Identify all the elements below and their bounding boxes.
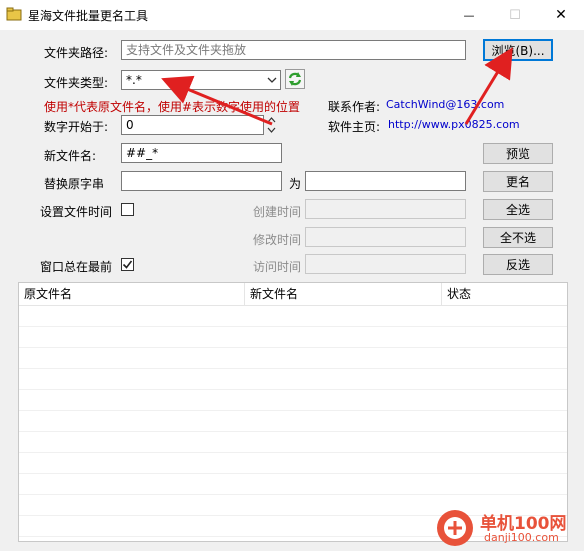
folder-type-value: *.* bbox=[126, 73, 142, 87]
table-row bbox=[19, 305, 567, 327]
window-title: 星海文件批量更名工具 bbox=[28, 9, 149, 23]
browse-button[interactable]: 浏览(B)... bbox=[483, 39, 553, 61]
watermark-url: danji100.com bbox=[484, 531, 559, 544]
watermark-logo-icon bbox=[435, 508, 475, 548]
access-time-input bbox=[305, 254, 466, 274]
refresh-icon[interactable] bbox=[285, 69, 305, 89]
rename-button[interactable]: 更名 bbox=[483, 171, 553, 192]
table-row bbox=[19, 431, 567, 453]
folder-path-label: 文件夹路径: bbox=[44, 46, 109, 60]
new-name-input[interactable]: ##_* bbox=[121, 143, 282, 163]
arrow-to-browse bbox=[464, 47, 513, 125]
number-start-label: 数字开始于: bbox=[44, 120, 109, 134]
replace-from-input[interactable] bbox=[121, 171, 282, 191]
set-time-label: 设置文件时间 bbox=[40, 205, 113, 219]
table-row bbox=[19, 410, 567, 432]
always-on-top-label: 窗口总在最前 bbox=[40, 260, 113, 274]
folder-type-select[interactable]: *.* bbox=[121, 70, 281, 90]
folder-type-label: 文件夹类型: bbox=[44, 76, 109, 90]
modify-time-label: 修改时间 bbox=[253, 233, 302, 247]
title-bar: 星海文件批量更名工具 — ☐ ✕ bbox=[0, 0, 584, 30]
table-row bbox=[19, 347, 567, 369]
folder-path-input[interactable]: 支持文件及文件夹拖放 bbox=[121, 40, 466, 60]
replace-label: 替换原字串 bbox=[44, 177, 105, 191]
create-time-input bbox=[305, 199, 466, 219]
new-name-label: 新文件名: bbox=[44, 149, 97, 163]
always-on-top-checkbox[interactable] bbox=[121, 258, 134, 271]
maximize-button[interactable]: ☐ bbox=[492, 0, 538, 30]
table-row bbox=[19, 326, 567, 348]
hint-text: 使用*代表原文件名，使用#表示数字使用的位置 bbox=[44, 100, 301, 114]
minimize-icon: — bbox=[463, 8, 475, 22]
table-row bbox=[19, 368, 567, 390]
preview-button[interactable]: 预览 bbox=[483, 143, 553, 164]
column-header-original-name[interactable]: 原文件名 bbox=[19, 283, 245, 305]
check-icon bbox=[122, 260, 133, 269]
create-time-label: 创建时间 bbox=[253, 205, 302, 219]
author-email-link[interactable]: CatchWind@163.com bbox=[386, 98, 504, 111]
set-time-checkbox[interactable] bbox=[121, 203, 134, 216]
select-all-button[interactable]: 全选 bbox=[483, 199, 553, 220]
column-header-new-name[interactable]: 新文件名 bbox=[245, 283, 442, 305]
replace-to-input[interactable] bbox=[305, 171, 466, 191]
homepage-label: 软件主页: bbox=[328, 120, 381, 134]
file-list-table[interactable]: 原文件名 新文件名 状态 bbox=[18, 282, 568, 542]
chevron-down-icon bbox=[267, 77, 277, 83]
app-icon bbox=[6, 7, 22, 21]
author-label: 联系作者: bbox=[328, 100, 381, 114]
for-label: 为 bbox=[289, 177, 302, 191]
number-start-input[interactable]: 0 bbox=[121, 115, 264, 135]
table-row bbox=[19, 389, 567, 411]
number-stepper[interactable] bbox=[267, 115, 276, 135]
select-none-button[interactable]: 全不选 bbox=[483, 227, 553, 248]
table-row bbox=[19, 473, 567, 495]
column-header-status[interactable]: 状态 bbox=[442, 283, 567, 305]
minimize-button[interactable]: — bbox=[446, 0, 492, 30]
maximize-icon: ☐ bbox=[509, 7, 521, 23]
invert-selection-button[interactable]: 反选 bbox=[483, 254, 553, 275]
close-icon: ✕ bbox=[555, 7, 567, 23]
modify-time-input bbox=[305, 227, 466, 247]
access-time-label: 访问时间 bbox=[253, 260, 302, 274]
homepage-link[interactable]: http://www.px0825.com bbox=[388, 118, 520, 131]
table-header: 原文件名 新文件名 状态 bbox=[19, 283, 567, 306]
close-button[interactable]: ✕ bbox=[538, 0, 584, 30]
table-row bbox=[19, 452, 567, 474]
